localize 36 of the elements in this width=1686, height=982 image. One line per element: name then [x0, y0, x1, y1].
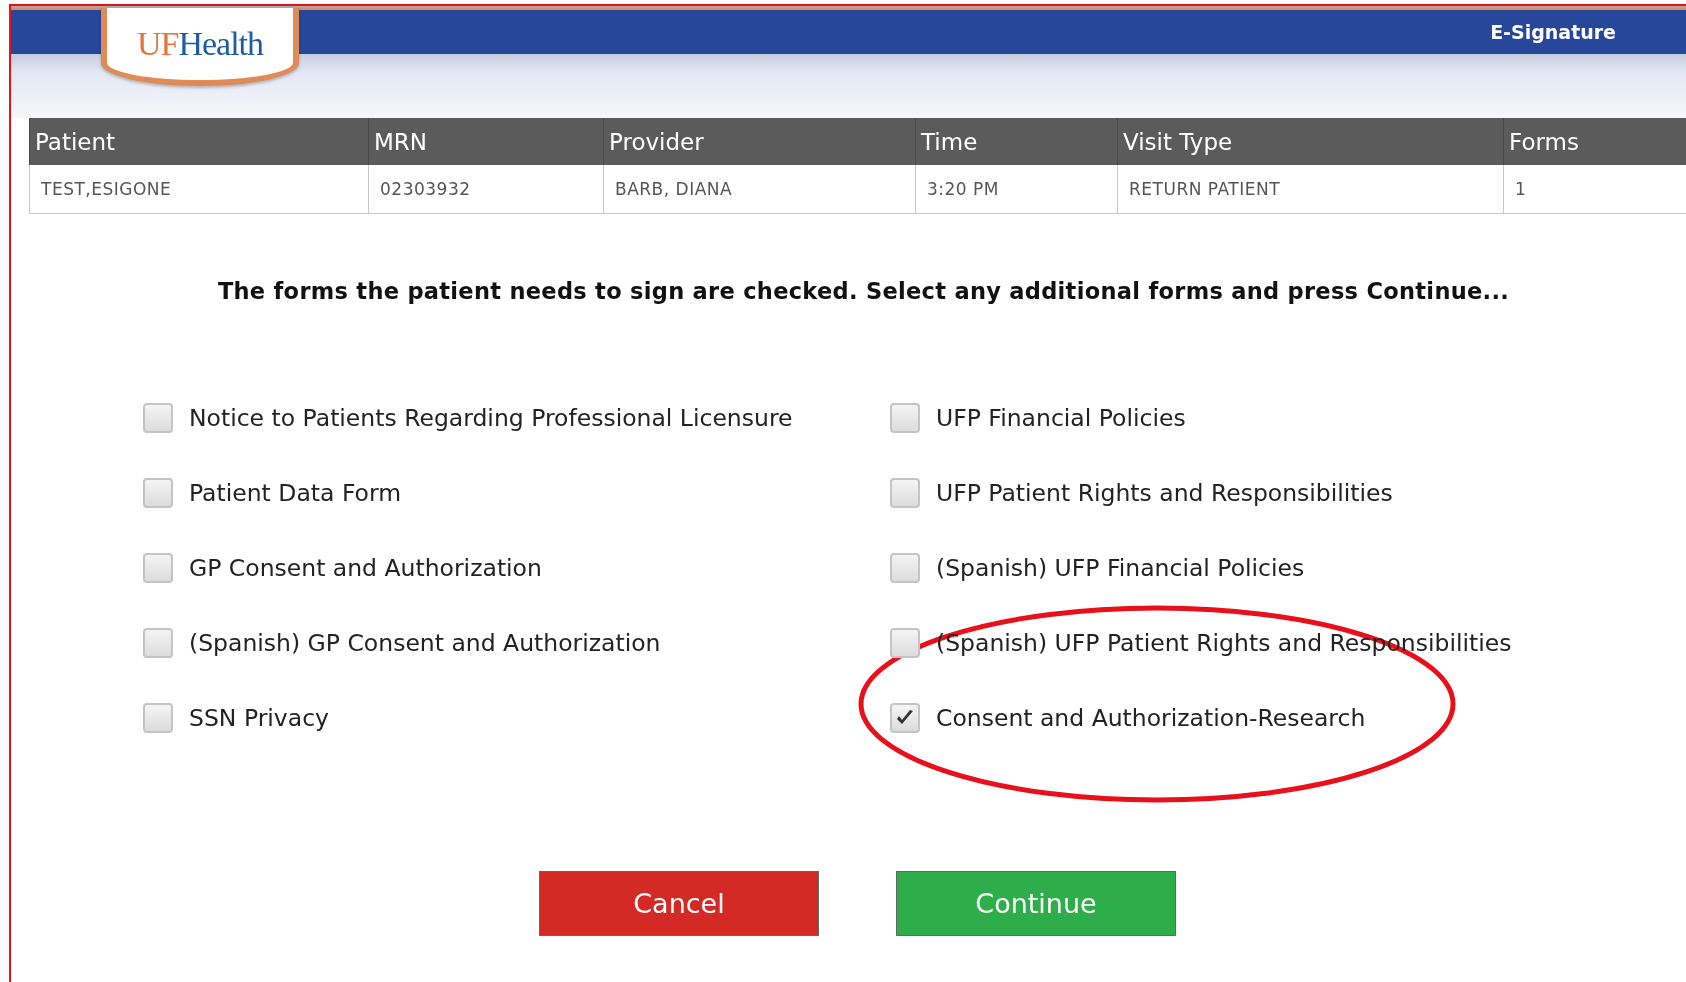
column-header: Provider [603, 118, 915, 165]
table-cell: 1 [1503, 165, 1686, 214]
table-cell: 3:20 PM [915, 165, 1117, 214]
logo: UFHealth [101, 8, 299, 86]
continue-button[interactable]: Continue [896, 871, 1176, 936]
checkbox[interactable] [890, 702, 920, 733]
checkbox-label: UFP Financial Policies [936, 403, 1186, 432]
checkbox[interactable] [890, 552, 920, 583]
checkbox-label: Notice to Patients Regarding Professional Licensure [189, 403, 793, 432]
checkbox-label: Patient Data Form [189, 478, 402, 507]
column-header: Time [915, 118, 1117, 165]
page-title: E-Signature [1490, 21, 1616, 43]
cancel-button[interactable]: Cancel [539, 871, 819, 936]
instruction-text: The forms the patient needs to sign are checked. Select any additional forms and press Continue... [217, 278, 1510, 304]
checkbox[interactable] [143, 702, 173, 733]
column-header: Visit Type [1117, 118, 1503, 165]
checkbox-label: UFP Patient Rights and Responsibilities [936, 478, 1393, 507]
checkbox[interactable] [890, 402, 920, 433]
checkbox[interactable] [143, 477, 173, 508]
table-cell: RETURN PATIENT [1117, 165, 1503, 214]
table-cell: BARB, DIANA [603, 165, 915, 214]
column-header: Forms [1503, 118, 1686, 165]
checkbox-label: SSN Privacy [189, 703, 329, 732]
table-cell: TEST,ESIGONE [29, 165, 368, 214]
checkbox[interactable] [143, 402, 173, 433]
checkbox[interactable] [890, 477, 920, 508]
table-cell: 02303932 [368, 165, 603, 214]
checkbox[interactable] [143, 627, 173, 658]
checkbox-label: (Spanish) GP Consent and Authorization [189, 628, 661, 657]
checkbox[interactable] [143, 552, 173, 583]
checkbox-label: (Spanish) UFP Financial Policies [936, 553, 1305, 582]
checkbox-label: Consent and Authorization-Research [936, 703, 1366, 732]
column-header: Patient [29, 118, 368, 165]
checkbox[interactable] [890, 627, 920, 658]
column-header: MRN [368, 118, 603, 165]
checkbox-label: GP Consent and Authorization [189, 553, 542, 582]
